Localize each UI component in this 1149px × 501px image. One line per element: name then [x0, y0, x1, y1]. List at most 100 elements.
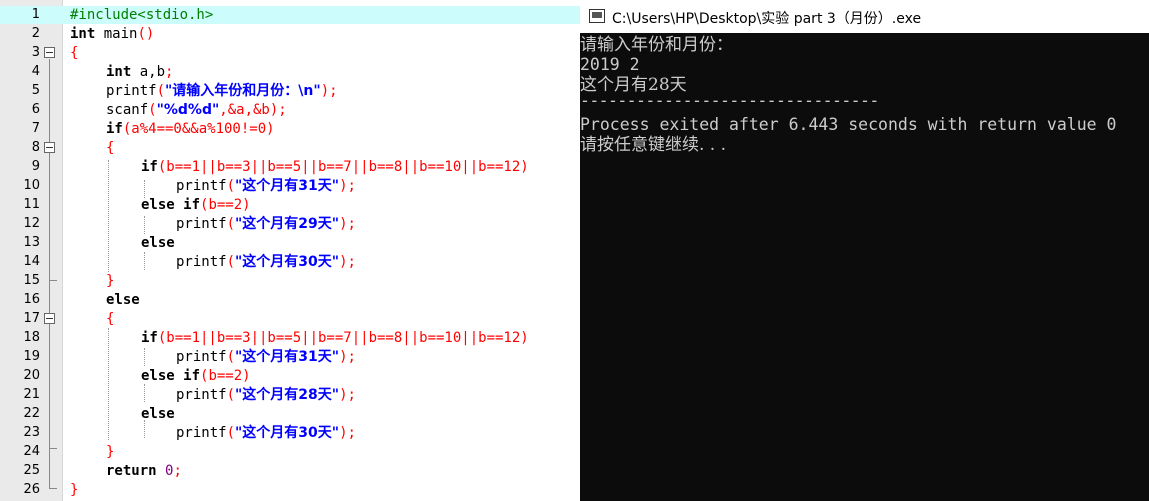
- punctuation: {: [106, 311, 115, 327]
- code-line[interactable]: 18 if(b==1||b==3||b==5||b==7||b==8||b==1…: [0, 329, 580, 347]
- keyword: int: [106, 64, 132, 80]
- identifier: main: [95, 26, 138, 42]
- punctuation: (: [226, 425, 236, 441]
- string-literal: "这个月有29天": [235, 216, 340, 232]
- string-literal: "这个月有31天": [235, 178, 340, 194]
- code-line[interactable]: 1 #include<stdio.h>: [0, 6, 580, 24]
- function-name: printf: [106, 83, 157, 99]
- punctuation: );: [320, 83, 338, 99]
- line-number: 23: [23, 425, 40, 440]
- line-code: int a,b;: [106, 63, 173, 81]
- code-line[interactable]: 6 scanf("%d%d",&a,&b);: [0, 101, 580, 119]
- code-line[interactable]: 13 else: [0, 234, 580, 252]
- line-code: }: [106, 443, 114, 461]
- line-number: 25: [23, 463, 40, 478]
- punctuation: }: [106, 444, 115, 460]
- code-line[interactable]: 9 if(b==1||b==3||b==5||b==7||b==8||b==10…: [0, 158, 580, 176]
- string-literal: "这个月有28天": [235, 387, 340, 403]
- fold-collapse-icon[interactable]: [44, 47, 55, 58]
- line-number: 17: [23, 311, 40, 326]
- line-number: 1: [31, 7, 40, 22]
- code-line[interactable]: 23 printf("这个月有30天");: [0, 424, 580, 442]
- console-output[interactable]: 请输入年份和月份： 2019 2 这个月有28天 ---------------…: [580, 33, 1149, 501]
- function-name: scanf: [106, 102, 149, 118]
- code-line[interactable]: 20 else if(b==2): [0, 367, 580, 385]
- code-line[interactable]: 26 }: [0, 481, 580, 499]
- function-name: printf: [176, 387, 227, 403]
- string-literal: "这个月有30天": [235, 254, 340, 270]
- line-code: printf("这个月有31天");: [176, 348, 356, 366]
- code-line[interactable]: 10 printf("这个月有31天");: [0, 177, 580, 195]
- line-code: printf("这个月有30天");: [176, 253, 356, 271]
- code-line[interactable]: 12 printf("这个月有29天");: [0, 215, 580, 233]
- function-name: printf: [176, 254, 227, 270]
- line-code: else if(b==2): [141, 196, 251, 214]
- line-code: scanf("%d%d",&a,&b);: [106, 101, 287, 119]
- line-code: {: [106, 139, 114, 157]
- punctuation: );: [269, 102, 287, 118]
- console-line: Process exited after 6.443 seconds with …: [580, 115, 1117, 134]
- line-number: 3: [31, 45, 40, 60]
- code-line[interactable]: 14 printf("这个月有30天");: [0, 253, 580, 271]
- string-literal: "%d%d": [156, 102, 220, 118]
- code-line[interactable]: 11 else if(b==2): [0, 196, 580, 214]
- code-line[interactable]: 17 {: [0, 310, 580, 328]
- console-window-icon: [589, 9, 605, 23]
- code-line[interactable]: 4 int a,b;: [0, 63, 580, 81]
- code-line[interactable]: 7 if(a%4==0&&a%100!=0): [0, 120, 580, 138]
- code-line[interactable]: 19 printf("这个月有31天");: [0, 348, 580, 366]
- punctuation: (: [148, 102, 157, 118]
- punctuation: );: [339, 254, 356, 270]
- line-number: 19: [23, 349, 40, 364]
- code-editor[interactable]: 1 #include<stdio.h> 2 int main() 3 { 4 i…: [0, 0, 580, 501]
- punctuation: }: [70, 482, 79, 498]
- code-line[interactable]: 2 int main(): [0, 25, 580, 43]
- keyword: if: [141, 330, 158, 346]
- line-number: 6: [31, 102, 40, 117]
- line-number: 20: [23, 368, 40, 383]
- punctuation: );: [339, 387, 356, 403]
- code-line[interactable]: 16 else: [0, 291, 580, 309]
- line-number: 11: [23, 197, 40, 212]
- punctuation: {: [70, 45, 79, 61]
- fold-collapse-icon[interactable]: [44, 313, 55, 324]
- code-line[interactable]: 5 printf("请输入年份和月份：\n");: [0, 82, 580, 100]
- string-literal: "这个月有30天": [235, 425, 340, 441]
- code-line[interactable]: 3 {: [0, 44, 580, 62]
- code-line[interactable]: 24 }: [0, 443, 580, 461]
- condition-expression: (b==2): [200, 368, 251, 384]
- condition-expression: (b==1||b==3||b==5||b==7||b==8||b==10||b=…: [157, 159, 529, 175]
- line-number: 13: [23, 235, 40, 250]
- line-code: else: [106, 291, 140, 309]
- fold-collapse-icon[interactable]: [44, 142, 55, 153]
- line-code: int main(): [70, 25, 154, 43]
- punctuation: (: [226, 254, 236, 270]
- line-number: 22: [23, 406, 40, 421]
- line-number: 7: [31, 121, 40, 136]
- line-code: if(a%4==0&&a%100!=0): [106, 120, 275, 138]
- punctuation: (: [226, 216, 236, 232]
- console-window[interactable]: C:\Users\HP\Desktop\实验 part 3（月份）.exe 请输…: [580, 0, 1149, 501]
- line-code: {: [70, 44, 78, 62]
- keyword: else: [106, 292, 140, 308]
- punctuation: (): [137, 26, 155, 42]
- console-title-bar[interactable]: C:\Users\HP\Desktop\实验 part 3（月份）.exe: [580, 0, 1149, 33]
- function-name: printf: [176, 425, 227, 441]
- punctuation: );: [339, 178, 356, 194]
- punctuation: (: [156, 83, 166, 99]
- console-line: 请输入年份和月份：: [580, 35, 733, 55]
- punctuation: (: [226, 349, 236, 365]
- line-code: printf("这个月有30天");: [176, 424, 356, 442]
- line-number: 8: [31, 140, 40, 155]
- code-line[interactable]: 22 else: [0, 405, 580, 423]
- code-line[interactable]: 15 }: [0, 272, 580, 290]
- condition-expression: (a%4==0&&a%100!=0): [122, 121, 275, 137]
- line-code: if(b==1||b==3||b==5||b==7||b==8||b==10||…: [141, 158, 529, 176]
- string-literal: "请输入年份和月份：\n": [165, 83, 321, 99]
- code-line[interactable]: 8 {: [0, 139, 580, 157]
- punctuation: ;: [173, 463, 182, 479]
- code-line[interactable]: 25 return 0;: [0, 462, 580, 480]
- code-line[interactable]: 21 printf("这个月有28天");: [0, 386, 580, 404]
- condition-expression: (b==1||b==3||b==5||b==7||b==8||b==10||b=…: [157, 330, 529, 346]
- line-code: printf("这个月有31天");: [176, 177, 356, 195]
